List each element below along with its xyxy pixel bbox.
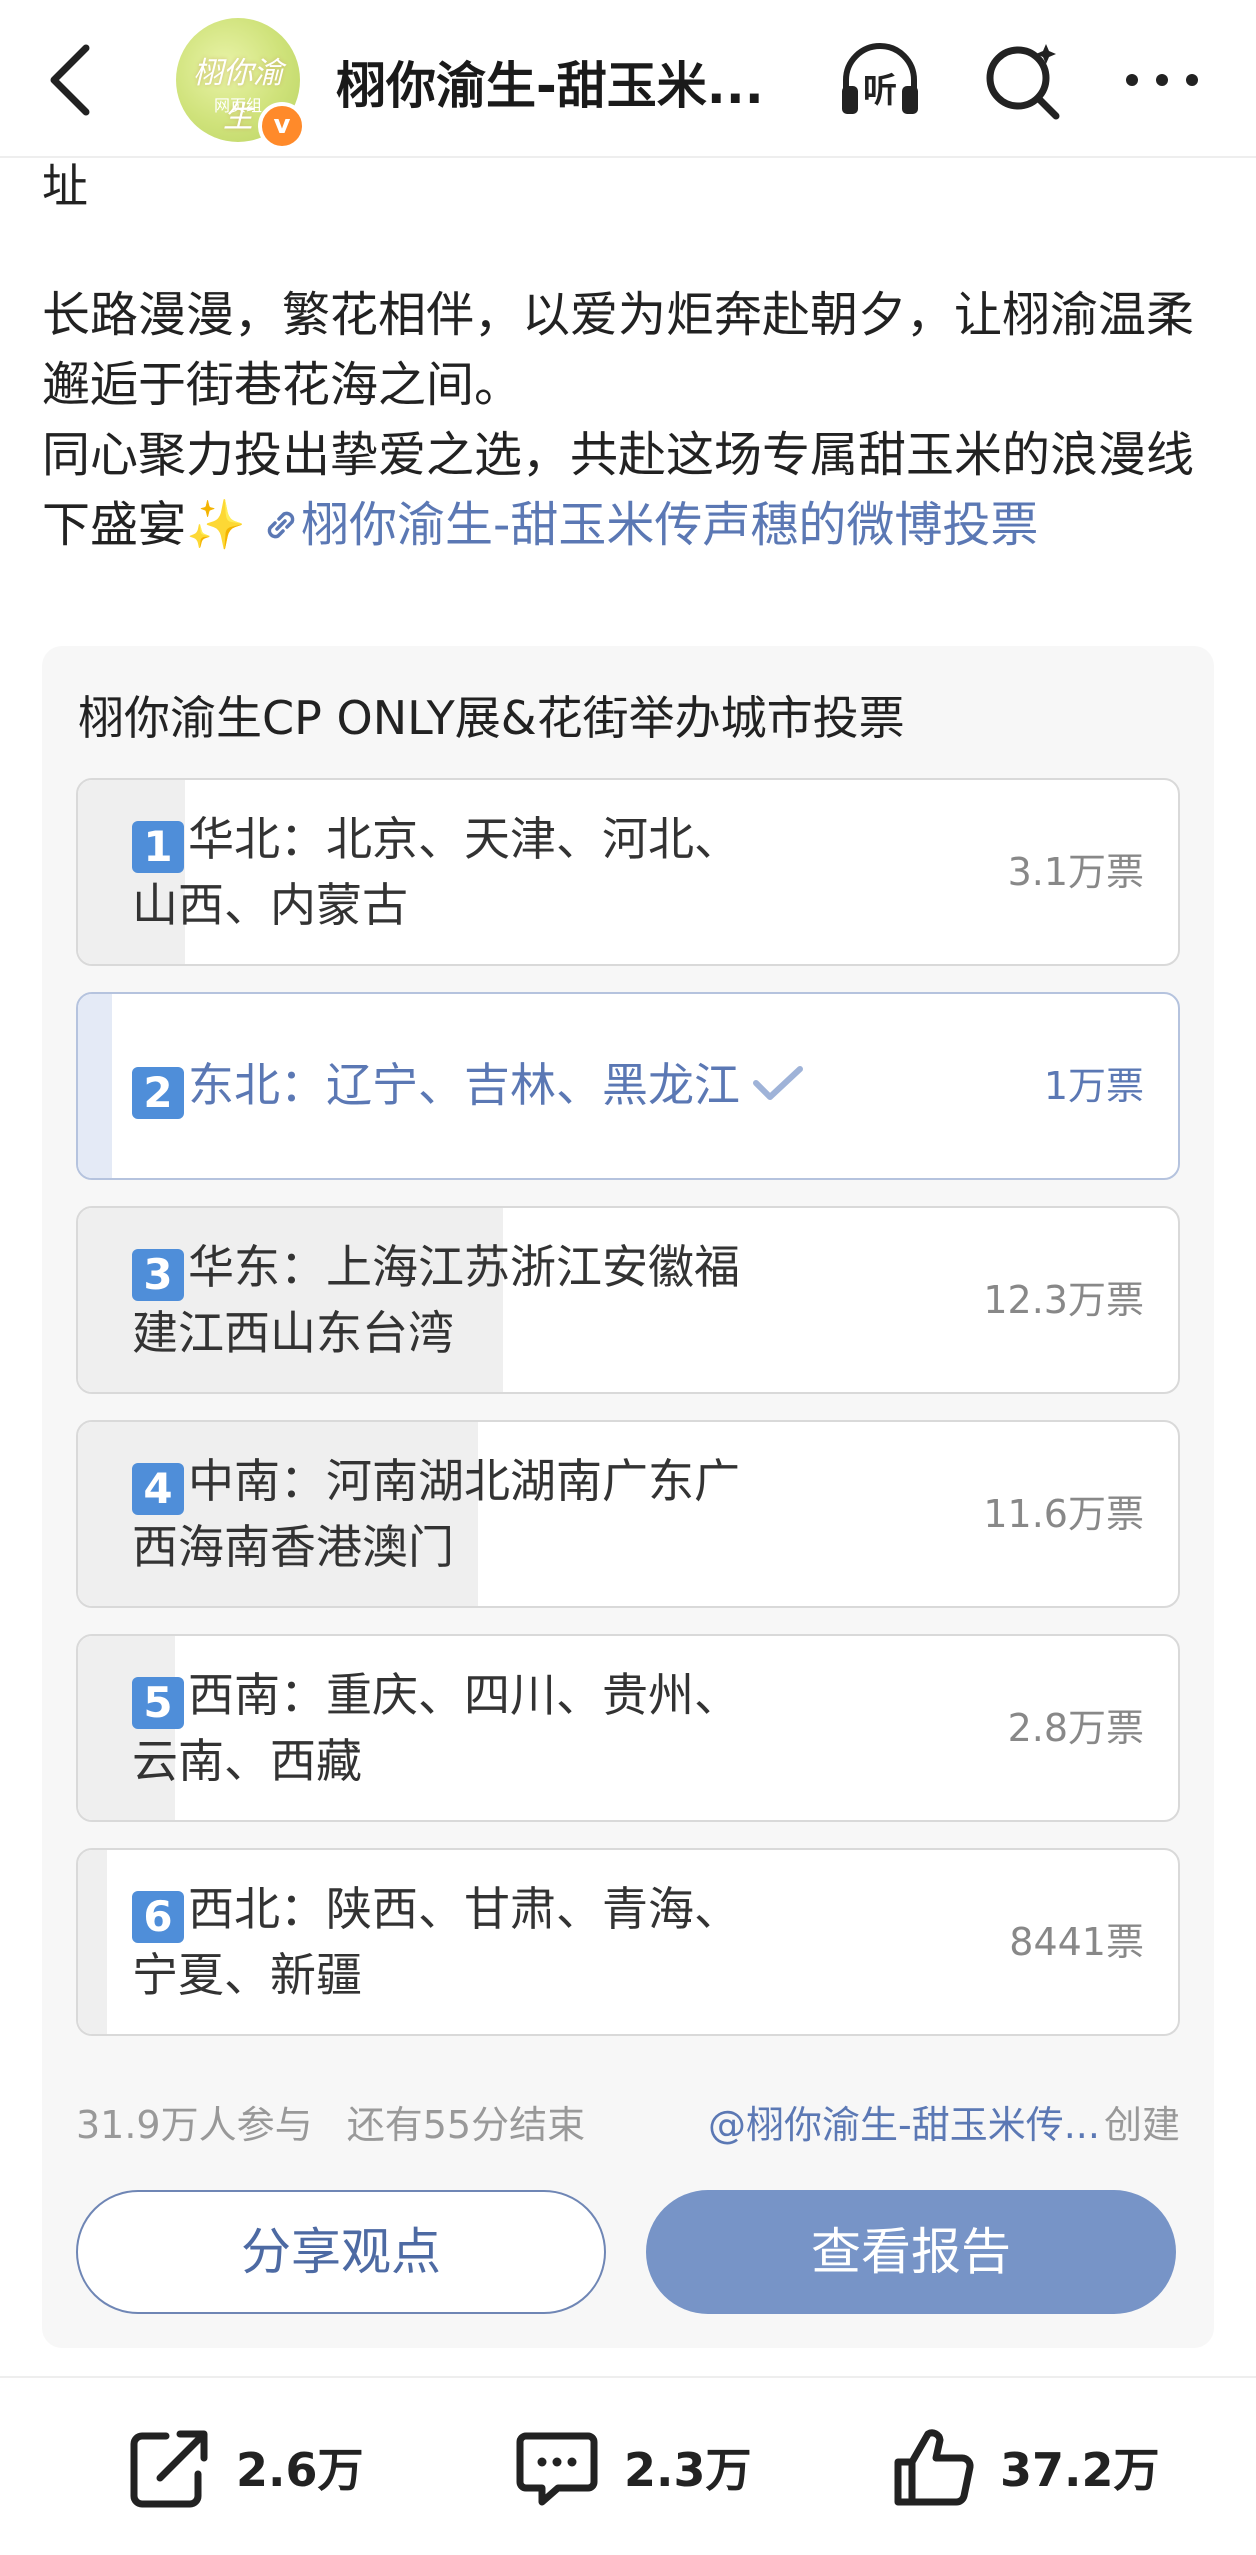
- option-number-icon: 3: [132, 1249, 184, 1301]
- option-number-icon: 4: [132, 1463, 184, 1515]
- comment-count: 2.3万: [624, 2442, 752, 2497]
- poll-option-label: 3 华东：上海江苏浙江安徽福建江西山东台湾: [132, 1208, 892, 1392]
- comment-button[interactable]: 2.3万: [512, 2378, 752, 2555]
- bottom-action-bar: 2.6万 2.3万 37.2万: [0, 2376, 1256, 2555]
- link-icon: [267, 511, 295, 539]
- poll-option-label: 6 西北：陕西、甘肃、青海、宁夏、新疆: [132, 1850, 892, 2034]
- option-label-line-2: 山西、内蒙古: [132, 878, 408, 932]
- option-label-line-2: 云南、西藏: [132, 1734, 362, 1788]
- poll-option-4[interactable]: 4 中南：河南湖北湖南广东广西海南香港澳门 11.6万票: [76, 1420, 1180, 1608]
- more-options-icon[interactable]: [1116, 34, 1208, 126]
- poll-option-progress-bar: [78, 1850, 107, 2034]
- repost-count: 2.6万: [236, 2442, 364, 2497]
- option-number-icon: 1: [132, 821, 184, 873]
- listen-headphones-icon[interactable]: 听: [834, 34, 926, 126]
- option-label-line-1: 东北：辽宁、吉林、黑龙江: [188, 1058, 740, 1112]
- account-title[interactable]: 栩你渝生-甜玉米...: [336, 46, 776, 118]
- post-paragraph-1: 长路漫漫，繁花相伴，以爱为炬奔赴朝夕，让栩渝温柔邂逅于街巷花海之间。: [42, 287, 1195, 413]
- option-label-line-2: 建江西山东台湾: [132, 1306, 454, 1360]
- option-number-icon: 2: [132, 1067, 184, 1119]
- poll-option-label: 2 东北：辽宁、吉林、黑龙江: [132, 994, 892, 1178]
- like-count: 37.2万: [1000, 2442, 1160, 2497]
- option-number-icon: 6: [132, 1891, 184, 1943]
- poll-link[interactable]: 栩你渝生-甜玉米传声穗的微博投票: [261, 497, 1038, 553]
- poll-option-label: 5 西南：重庆、四川、贵州、云南、西藏: [132, 1636, 892, 1820]
- poll-card: 栩你渝生CP ONLY展&花街举办城市投票 1 华北：北京、天津、河北、山西、内蒙…: [42, 646, 1214, 2348]
- option-label-line-1: 西北：陕西、甘肃、青海、: [188, 1882, 740, 1936]
- option-label-line-2: 西海南香港澳门: [132, 1520, 454, 1574]
- verified-badge-icon: v: [258, 102, 306, 150]
- poll-option-label: 1 华北：北京、天津、河北、山西、内蒙古: [132, 780, 892, 964]
- thumbs-up-icon: [894, 2428, 974, 2505]
- selected-check-icon: [753, 1066, 803, 1100]
- back-arrow-icon[interactable]: [42, 40, 102, 120]
- poll-option-votes: 8441票: [1009, 1920, 1144, 1964]
- poll-meta: 31.9万人参与 还有55分结束 @栩你渝生-甜玉米传... 创建: [76, 2094, 1180, 2149]
- comment-icon: [516, 2432, 598, 2505]
- post-text-fragment: 址: [42, 159, 88, 213]
- poll-link-text: 栩你渝生-甜玉米传声穗的微博投票: [301, 497, 1039, 553]
- poll-option-progress-bar: [78, 994, 113, 1178]
- share-icon: [130, 2430, 208, 2507]
- poll-option-votes: 11.6万票: [983, 1492, 1144, 1536]
- poll-option-2[interactable]: 2 东北：辽宁、吉林、黑龙江 1万票: [76, 992, 1180, 1180]
- top-bar: 栩你渝生 网页组 v 栩你渝生-甜玉米... 听: [0, 0, 1256, 158]
- share-opinion-button[interactable]: 分享观点: [76, 2190, 606, 2314]
- view-report-button[interactable]: 查看报告: [646, 2190, 1176, 2314]
- poll-creator-link[interactable]: @栩你渝生-甜玉米传...: [708, 2094, 1100, 2149]
- sparkles-emoji: ✨: [186, 497, 246, 553]
- like-button[interactable]: 37.2万: [888, 2378, 1160, 2555]
- poll-option-votes: 12.3万票: [983, 1278, 1144, 1322]
- poll-option-6[interactable]: 6 西北：陕西、甘肃、青海、宁夏、新疆 8441票: [76, 1848, 1180, 2036]
- option-label-line-2: 宁夏、新疆: [132, 1948, 362, 2002]
- search-icon[interactable]: [976, 34, 1068, 126]
- poll-option-5[interactable]: 5 西南：重庆、四川、贵州、云南、西藏 2.8万票: [76, 1634, 1180, 1822]
- poll-option-votes: 3.1万票: [1007, 850, 1144, 894]
- poll-title: 栩你渝生CP ONLY展&花街举办城市投票: [78, 691, 905, 745]
- time-remaining: 还有55分结束: [346, 2103, 586, 2147]
- poll-option-votes: 1万票: [1043, 1064, 1144, 1108]
- created-label: 创建: [1103, 2103, 1180, 2147]
- listen-label: 听: [863, 71, 897, 111]
- option-number-icon: 5: [132, 1677, 184, 1729]
- poll-option-votes: 2.8万票: [1007, 1706, 1144, 1750]
- participants-count: 31.9万人参与: [76, 2103, 313, 2147]
- repost-button[interactable]: 2.6万: [124, 2378, 364, 2555]
- option-label-line-1: 华北：北京、天津、河北、: [188, 812, 740, 866]
- poll-option-1[interactable]: 1 华北：北京、天津、河北、山西、内蒙古 3.1万票: [76, 778, 1180, 966]
- poll-option-label: 4 中南：河南湖北湖南广东广西海南香港澳门: [132, 1422, 892, 1606]
- post-paragraph-2: 同心聚力投出挚爱之选，共赴这场专属甜玉米的浪漫线下盛宴✨ 栩你渝生-甜玉米传声穗…: [42, 420, 1222, 560]
- post-body: 长路漫漫，繁花相伴，以爱为炬奔赴朝夕，让栩渝温柔邂逅于街巷花海之间。 同心聚力投…: [42, 280, 1222, 560]
- poll-option-3[interactable]: 3 华东：上海江苏浙江安徽福建江西山东台湾 12.3万票: [76, 1206, 1180, 1394]
- option-label-line-1: 中南：河南湖北湖南广东广: [188, 1454, 740, 1508]
- option-label-line-1: 西南：重庆、四川、贵州、: [188, 1668, 740, 1722]
- option-label-line-1: 华东：上海江苏浙江安徽福: [188, 1240, 740, 1294]
